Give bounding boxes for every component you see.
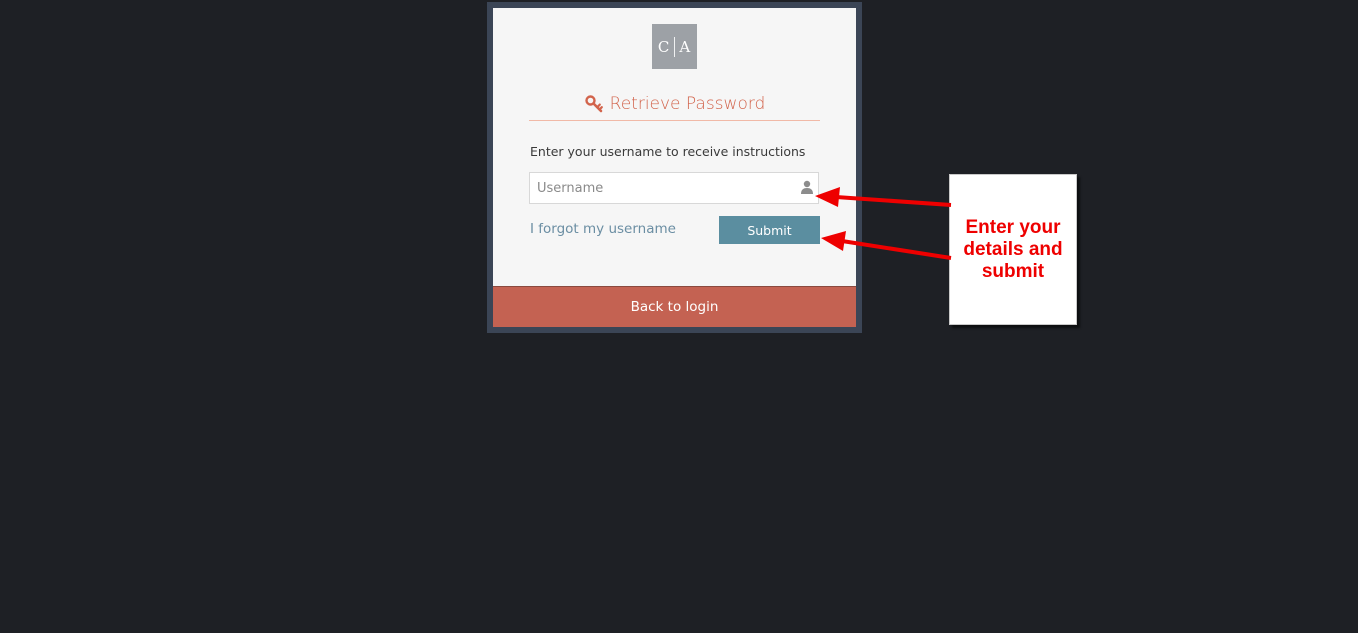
logo-divider [674, 36, 676, 57]
logo-letter-right: A [679, 37, 692, 56]
instruction-text: Enter your username to receive instructi… [530, 144, 806, 159]
annotation-text: Enter your details and submit [963, 216, 1063, 282]
annotation-callout: Enter your details and submit [949, 174, 1077, 325]
user-icon [801, 180, 813, 194]
back-to-login-button[interactable]: Back to login [493, 286, 856, 327]
company-logo: CA [652, 24, 697, 69]
logo-letter-left: C [657, 37, 671, 56]
page-title-text: Retrieve Password [609, 94, 766, 114]
key-icon [584, 95, 603, 113]
page-title: Retrieve Password [529, 88, 820, 121]
forgot-username-link[interactable]: I forgot my username [530, 221, 676, 237]
login-frame: CA Retrieve Password Enter your username… [487, 2, 862, 333]
username-field[interactable] [529, 172, 819, 204]
username-input[interactable] [530, 173, 787, 203]
retrieve-password-panel: CA Retrieve Password Enter your username… [493, 8, 856, 327]
submit-button[interactable]: Submit [719, 216, 820, 244]
